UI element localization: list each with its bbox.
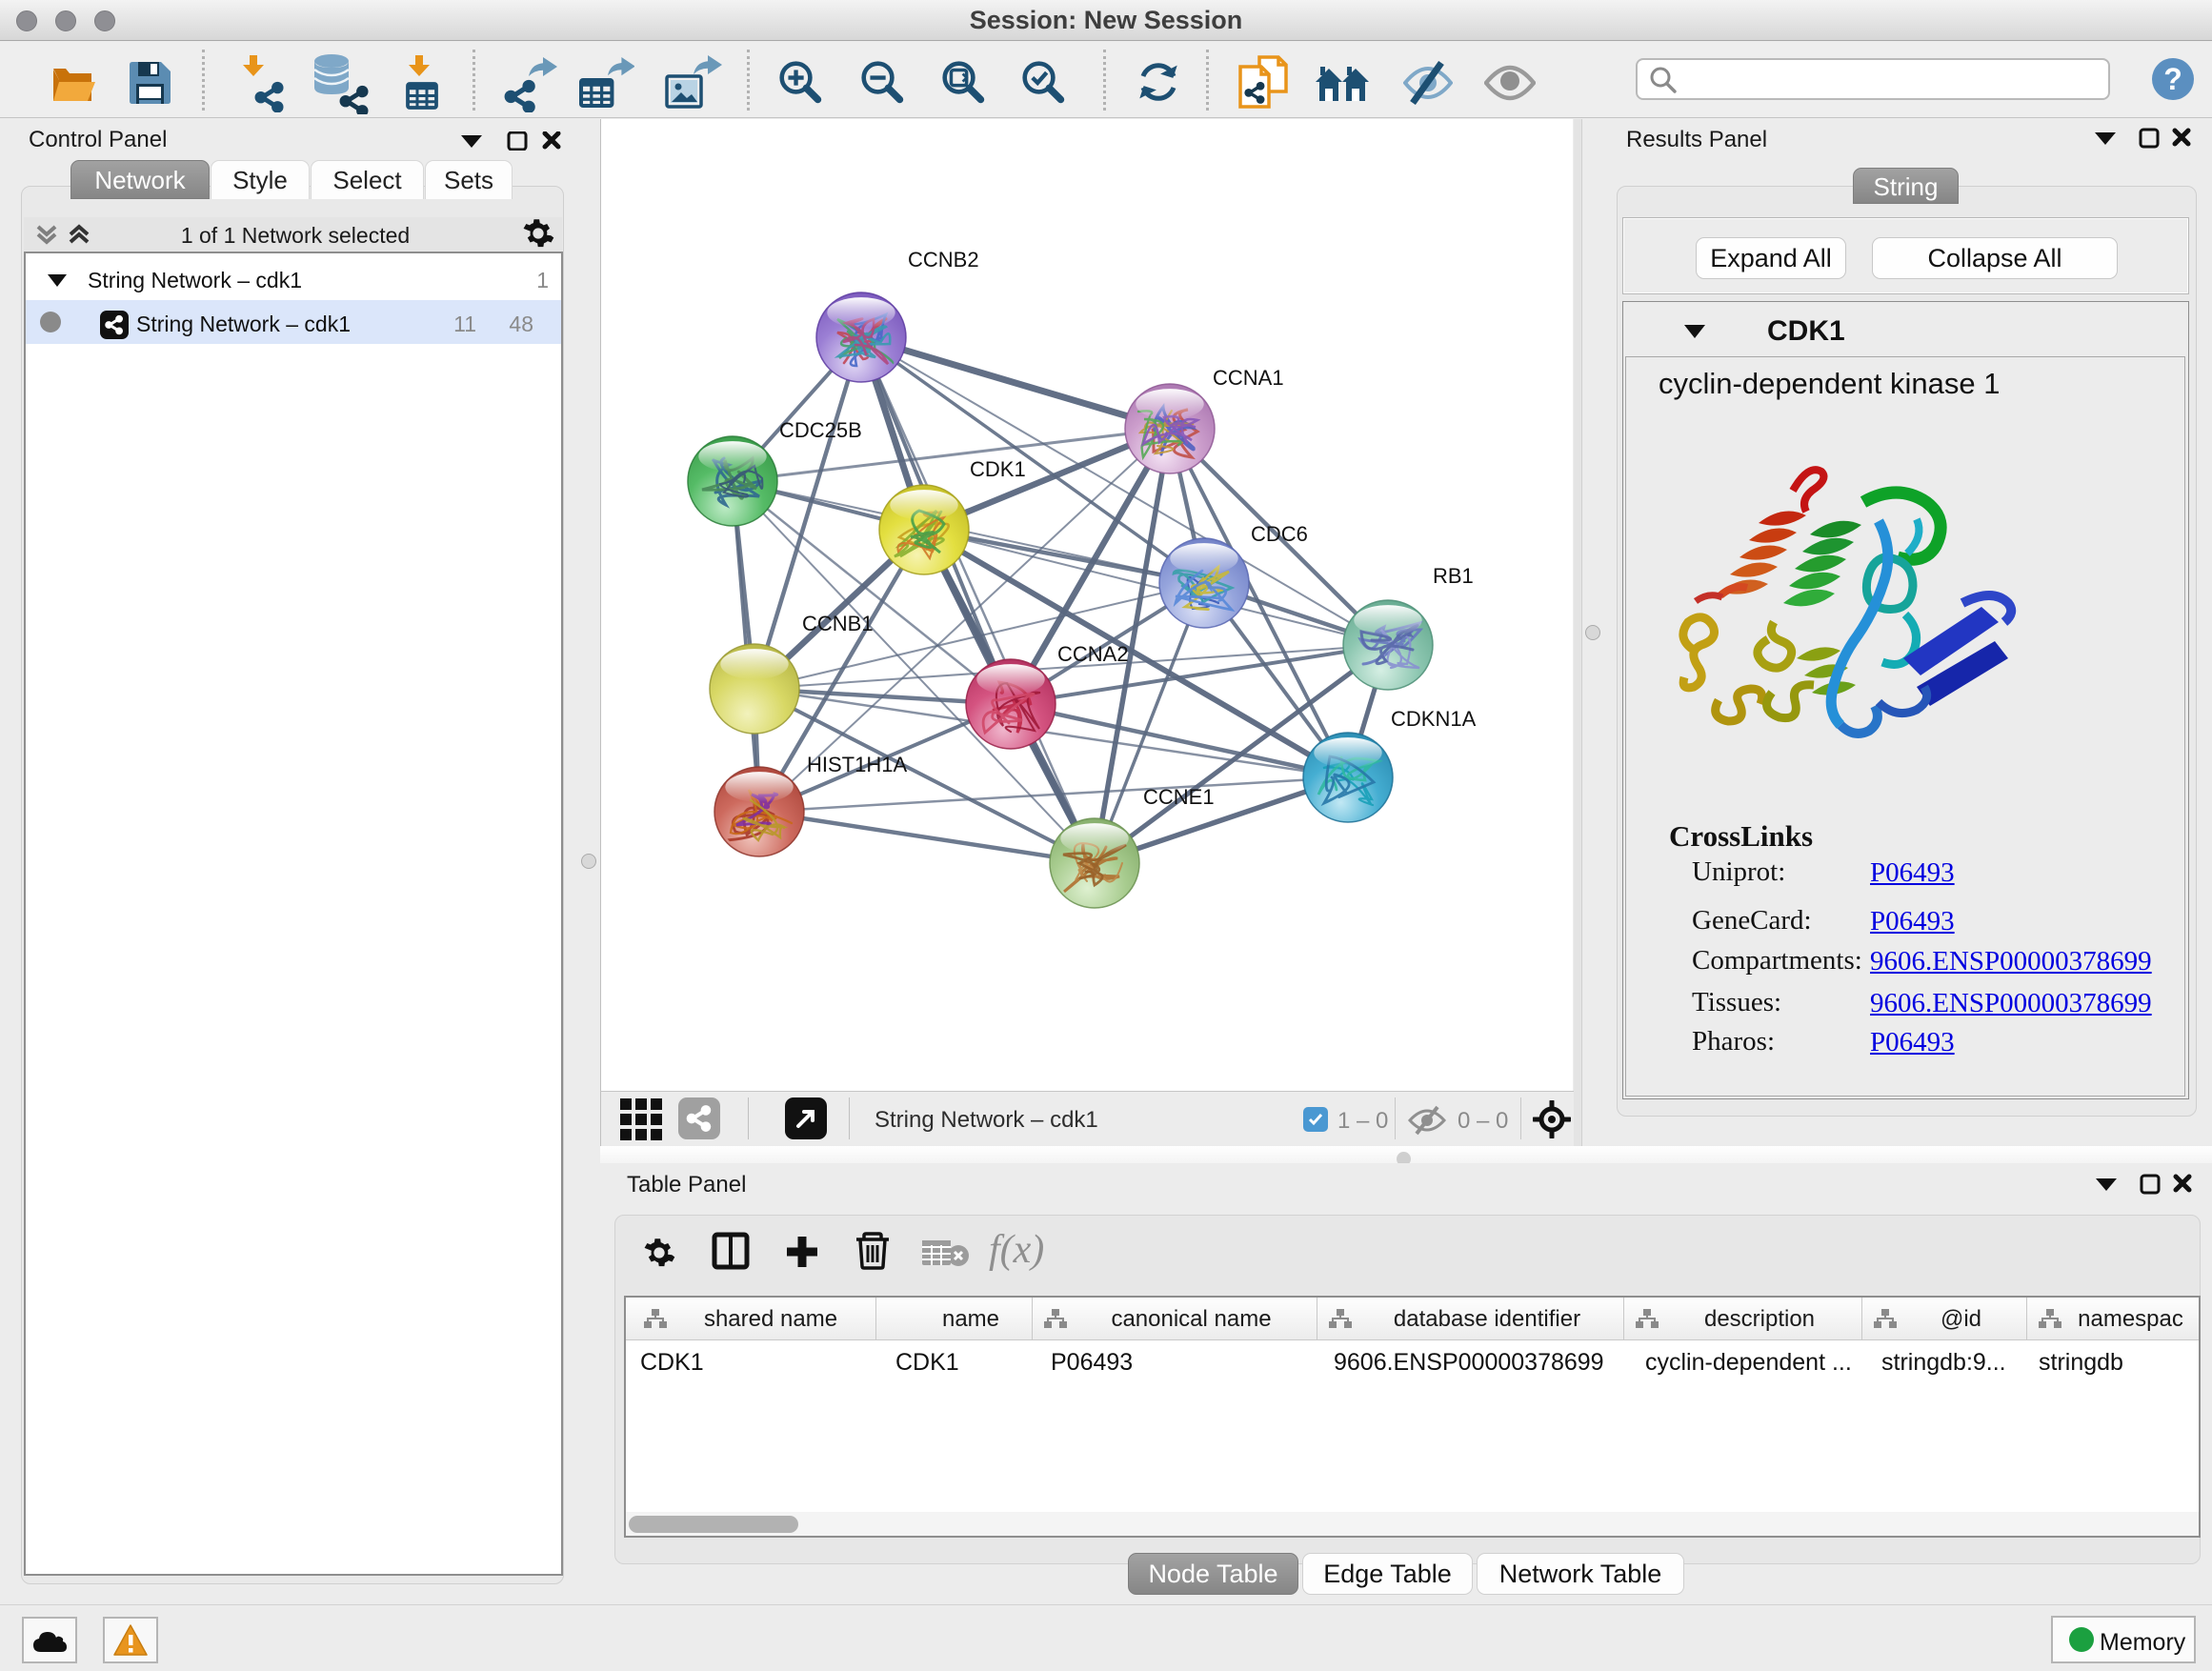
svg-text:CCNA1: CCNA1 [1213, 366, 1284, 390]
svg-text:CDC6: CDC6 [1251, 522, 1308, 546]
svg-text:CDKN1A: CDKN1A [1391, 707, 1477, 731]
svg-text:CCNB2: CCNB2 [908, 248, 979, 272]
svg-text:CDC25B: CDC25B [779, 418, 862, 442]
svg-text:CCNE1: CCNE1 [1143, 785, 1215, 809]
svg-text:HIST1H1A: HIST1H1A [807, 753, 907, 776]
svg-text:RB1: RB1 [1433, 564, 1474, 588]
svg-text:CDK1: CDK1 [970, 457, 1026, 481]
svg-text:CCNA2: CCNA2 [1057, 642, 1129, 666]
svg-text:CCNB1: CCNB1 [802, 612, 874, 635]
